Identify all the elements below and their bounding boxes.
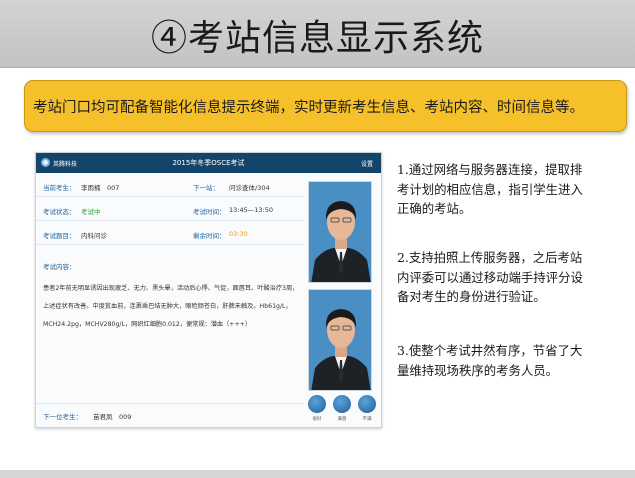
exam-subject-label: 考试题目： bbox=[43, 232, 76, 240]
feature-line: 备对考生的身份进行验证。 bbox=[397, 289, 546, 304]
face-label: 满意 bbox=[337, 417, 347, 422]
slide: ④考站信息显示系统 考站门口均可配备智能化信息提示终端，实时更新考生信息、考站内… bbox=[0, 0, 635, 478]
exam-content-line: 患者2年前无明显诱因出现疲乏、无力、黑头晕，活动后心悸、气促，面唇耳、叶酸治疗3… bbox=[43, 285, 299, 292]
feature-item-3: 3.使整个考试井然有序，节省了大 量维持现场秩序的考务人员。 bbox=[397, 341, 627, 380]
feature-line: 考计划的相应信息，指引学生进入 bbox=[397, 181, 583, 197]
examinee-photo-captured bbox=[308, 289, 372, 391]
settings-button[interactable]: 设置 bbox=[361, 159, 373, 168]
bottom-band bbox=[0, 470, 635, 478]
feature-line: 1.通过网络与服务器连接，提取排 bbox=[397, 162, 583, 177]
remaining-time-label: 剩余时间： bbox=[193, 232, 226, 240]
feature-item-2: 2.支持拍照上传服务器，之后考站 内评委可以通过移动端手持评分设 备对考生的身份… bbox=[397, 248, 627, 307]
title-band: ④考站信息显示系统 bbox=[0, 0, 635, 68]
next-examinee-value: 苗君凤 009 bbox=[93, 413, 132, 421]
terminal-screen: 英腾科技 2015年冬季OSCE考试 设置 当前考生： 李雨楠 007 下一站：… bbox=[35, 152, 382, 428]
examinee-photo bbox=[308, 181, 372, 283]
exam-time-label: 考试时间： bbox=[193, 208, 226, 216]
face-label: 很好 bbox=[312, 417, 322, 422]
banner-text: 考站门口均可配备智能化信息提示终端，实时更新考生信息、考站内容、时间信息等。 bbox=[33, 100, 584, 116]
exam-subject-value: 内科问诊 bbox=[81, 232, 107, 240]
exam-time-value: 13:45—13:50 bbox=[229, 206, 273, 214]
current-examinee-label: 当前考生： bbox=[43, 184, 76, 192]
feature-line: 量维持现场秩序的考务人员。 bbox=[397, 362, 559, 378]
feature-line: 正确的考站。 bbox=[397, 201, 472, 216]
exam-content-line: 上述症状有改善。中度贫血前，连裹乘巴结无肿大，眼睑颜苍白，肝脾未触及。Hb61g… bbox=[43, 303, 292, 310]
feature-item-1: 1.通过网络与服务器连接，提取排 考计划的相应信息，指引学生进入 正确的考站。 bbox=[397, 160, 627, 219]
feature-line: 3.使整个考试井然有序，节省了大 bbox=[397, 343, 583, 358]
happy-face-icon[interactable] bbox=[308, 395, 326, 413]
info-row-examinee: 当前考生： 李雨楠 007 下一站： 问诊查体/304 bbox=[36, 175, 304, 197]
info-row-status: 考试状态： 考试中 考试时间： 13:45—13:50 bbox=[36, 199, 304, 221]
info-banner: 考站门口均可配备智能化信息提示终端，实时更新考生信息、考站内容、时间信息等。 bbox=[24, 80, 627, 132]
slide-title: ④考站信息显示系统 bbox=[150, 18, 484, 59]
terminal-title: 2015年冬季OSCE考试 bbox=[172, 159, 245, 167]
exam-status-label: 考试状态： bbox=[43, 208, 76, 216]
exam-status-value: 考试中 bbox=[81, 208, 101, 216]
exam-content-label: 考试内容： bbox=[43, 263, 76, 271]
current-examinee-value: 李雨楠 007 bbox=[81, 184, 120, 192]
next-examinee-row: 下一位考生： 苗君凤 009 bbox=[36, 403, 304, 425]
info-row-subject: 考试题目： 内科问诊 剩余时间： 03:30 bbox=[36, 223, 304, 245]
face-label: 不满 bbox=[362, 417, 372, 422]
next-station-label: 下一站： bbox=[193, 184, 219, 192]
neutral-face-icon[interactable] bbox=[333, 395, 351, 413]
next-examinee-label: 下一位考生： bbox=[43, 413, 82, 421]
feature-line: 内评委可以通过移动端手持评分设 bbox=[397, 269, 583, 285]
exam-content-line: MCH24.2pg，MCHV280g/L，网织红细胞0.012，便常规：潜血（+… bbox=[43, 321, 252, 328]
remaining-time-value: 03:30 bbox=[229, 230, 248, 238]
feature-line: 2.支持拍照上传服务器，之后考站 bbox=[397, 250, 583, 265]
sad-face-icon[interactable] bbox=[358, 395, 376, 413]
next-station-value: 问诊查体/304 bbox=[229, 184, 270, 192]
terminal-header: 英腾科技 2015年冬季OSCE考试 设置 bbox=[36, 153, 381, 173]
